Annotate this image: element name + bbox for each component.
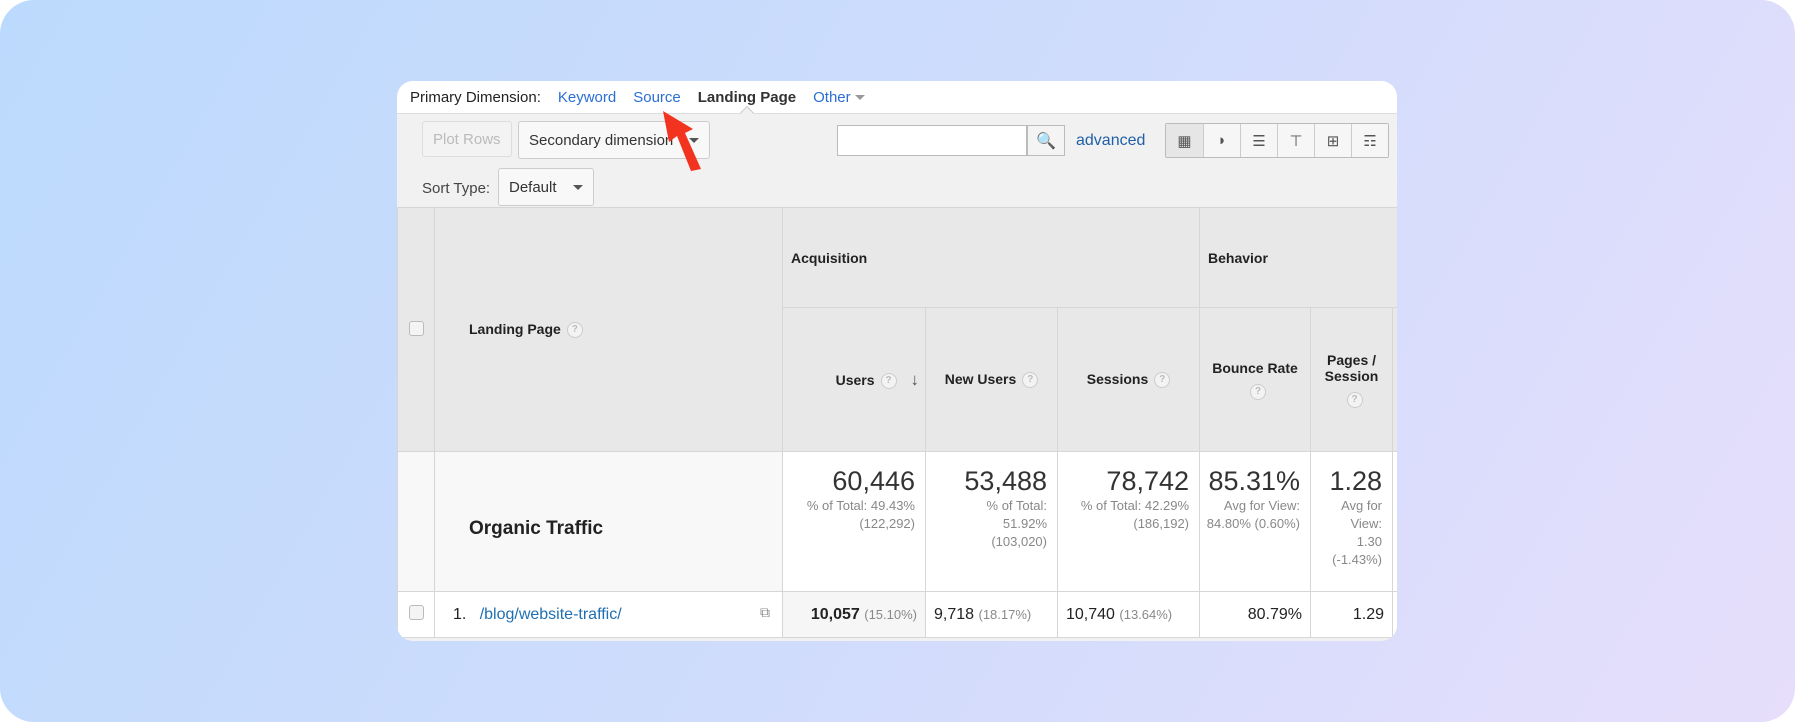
row-users-value: 10,057 bbox=[810, 605, 860, 623]
row-select-cell bbox=[397, 591, 435, 638]
dimension-landing-page[interactable]: Landing Page bbox=[697, 88, 797, 120]
primary-dimension-label: Primary Dimension: bbox=[410, 88, 541, 106]
dimension-keyword[interactable]: Keyword bbox=[558, 89, 616, 106]
red-arrow-annotation bbox=[663, 111, 701, 171]
dimension-source[interactable]: Source bbox=[633, 89, 681, 106]
summary-users-value: 60,446 bbox=[832, 466, 915, 496]
pages-session-header-label: Pages / Session bbox=[1324, 351, 1379, 384]
dimension-landing-page-label: Landing Page bbox=[697, 88, 797, 106]
row-pages-session: 1.29 bbox=[1310, 591, 1394, 638]
bounce-rate-header-label: Bounce Rate bbox=[1212, 359, 1298, 376]
row-index: 1. bbox=[453, 605, 467, 623]
sessions-header-label: Sessions bbox=[1086, 370, 1149, 387]
summary-users: 60,446% of Total: 49.43% (122,292) bbox=[782, 451, 926, 592]
sort-type-dropdown[interactable]: Default bbox=[498, 168, 594, 206]
users-header-label: Users bbox=[835, 371, 875, 388]
pie-chart-icon[interactable]: ◗ bbox=[1203, 124, 1240, 157]
search-icon: 🔍 bbox=[1036, 132, 1056, 150]
summary-label: Organic Traffic bbox=[434, 451, 783, 592]
secondary-dimension-label: Secondary dimension bbox=[529, 131, 674, 149]
pivot-icon[interactable]: ☶ bbox=[1351, 124, 1388, 157]
behavior-group-header: Behavior bbox=[1199, 207, 1397, 308]
open-page-icon[interactable]: ⧉ bbox=[760, 604, 770, 621]
select-all-checkbox[interactable] bbox=[408, 320, 424, 336]
summary-new-users: 53,488% of Total: 51.92% (103,020) bbox=[925, 451, 1058, 592]
help-icon[interactable]: ? bbox=[1154, 372, 1171, 389]
row-bounce-rate: 80.79% bbox=[1199, 591, 1312, 638]
summary-sessions-sub: % of Total: 42.29% (186,192) bbox=[1080, 498, 1190, 531]
summary-row: Organic Traffic 60,446% of Total: 49.43%… bbox=[397, 451, 1397, 592]
dimension-other[interactable]: Other bbox=[813, 89, 865, 106]
summary-pages-session: 1.28 Avg for View: 1.30 (-1.43%) bbox=[1310, 451, 1394, 592]
chevron-down-icon bbox=[854, 95, 865, 101]
help-icon[interactable]: ? bbox=[566, 322, 583, 339]
summary-overflow bbox=[1392, 451, 1397, 592]
help-icon[interactable]: ? bbox=[1022, 372, 1039, 389]
comparison-icon[interactable]: ⊤ bbox=[1277, 124, 1314, 157]
new-users-header-label: New Users bbox=[944, 370, 1017, 387]
summary-bounce-rate-value: 85.31% bbox=[1208, 466, 1301, 496]
help-icon[interactable]: ? bbox=[1250, 383, 1267, 400]
plot-rows-button[interactable]: Plot Rows bbox=[422, 121, 512, 157]
row-new-users-value: 9,718 bbox=[934, 605, 975, 623]
bar-chart-icon[interactable]: ☰ bbox=[1240, 124, 1277, 157]
landing-page-link[interactable]: /blog/website-traffic/ bbox=[480, 606, 622, 623]
row-sessions-value: 10,740 bbox=[1066, 605, 1115, 623]
toolbar: Plot Rows Secondary dimension 🔍 advanced… bbox=[397, 114, 1397, 207]
row-checkbox[interactable] bbox=[408, 604, 424, 620]
landing-page-header[interactable]: Landing Page? bbox=[434, 207, 783, 452]
sort-type-value: Default bbox=[509, 178, 557, 196]
sessions-header[interactable]: Sessions? bbox=[1056, 307, 1201, 452]
row-new-users: 9,718 (18.17%) bbox=[925, 591, 1058, 638]
summary-users-sub: % of Total: 49.43% (122,292) bbox=[806, 498, 915, 531]
bounce-rate-header[interactable]: Bounce Rate? bbox=[1199, 307, 1312, 452]
row-sessions: 10,740 (13.64%) bbox=[1056, 591, 1201, 638]
help-icon[interactable]: ? bbox=[880, 372, 897, 389]
summary-pages-session-value: 1.28 bbox=[1329, 466, 1383, 496]
analytics-report-card: Primary Dimension: Keyword Source Landin… bbox=[397, 81, 1397, 641]
summary-sessions: 78,742% of Total: 42.29% (186,192) bbox=[1056, 451, 1201, 592]
summary-bounce-rate: 85.31% Avg for View: 84.80% (0.60%) bbox=[1199, 451, 1312, 592]
row-users: 10,057 (15.10%) bbox=[782, 591, 926, 638]
row-users-pct: (15.10%) bbox=[864, 606, 917, 622]
acquisition-group-header: Acquisition bbox=[781, 207, 1201, 308]
users-header[interactable]: Users? ↓ bbox=[782, 307, 926, 452]
term-cloud-icon[interactable]: ⊞ bbox=[1314, 124, 1351, 157]
report-table: Landing Page? Acquisition Behavior Users… bbox=[397, 207, 1397, 638]
advanced-link[interactable]: advanced bbox=[1076, 132, 1145, 150]
sort-type-label: Sort Type: bbox=[422, 180, 491, 197]
row-new-users-pct: (18.17%) bbox=[978, 606, 1032, 622]
row-landing-page: 1. /blog/website-traffic/ ⧉ bbox=[434, 591, 783, 638]
primary-dimension-bar: Primary Dimension: Keyword Source Landin… bbox=[397, 81, 1397, 120]
summary-new-users-value: 53,488 bbox=[964, 466, 1047, 496]
pages-session-header[interactable]: Pages / Session? bbox=[1310, 307, 1394, 452]
dimension-other-label: Other bbox=[813, 88, 851, 106]
column-overflow bbox=[1392, 307, 1397, 452]
new-users-header[interactable]: New Users? bbox=[925, 307, 1058, 452]
summary-new-users-sub: % of Total: 51.92% (103,020) bbox=[986, 498, 1047, 549]
help-icon[interactable]: ? bbox=[1346, 391, 1363, 408]
summary-bounce-rate-sub: Avg for View: 84.80% (0.60%) bbox=[1206, 498, 1301, 531]
row-overflow bbox=[1392, 591, 1397, 638]
view-switcher: ▦ ◗ ☰ ⊤ ⊞ ☶ bbox=[1165, 123, 1389, 158]
summary-pages-session-sub: Avg for View: 1.30 (-1.43%) bbox=[1332, 498, 1383, 567]
search-input[interactable] bbox=[837, 125, 1027, 156]
table-view-icon[interactable]: ▦ bbox=[1166, 124, 1203, 157]
search-button[interactable]: 🔍 bbox=[1027, 125, 1065, 156]
row-sessions-pct: (13.64%) bbox=[1119, 606, 1173, 622]
landing-page-header-label: Landing Page bbox=[469, 320, 561, 337]
table-row: 1. /blog/website-traffic/ ⧉ 10,057 (15.10… bbox=[397, 591, 1397, 638]
sort-descending-icon: ↓ bbox=[910, 369, 920, 389]
chevron-down-icon bbox=[572, 184, 583, 190]
select-all-cell bbox=[397, 207, 435, 452]
summary-spacer bbox=[397, 451, 435, 592]
summary-sessions-value: 78,742 bbox=[1106, 466, 1190, 496]
